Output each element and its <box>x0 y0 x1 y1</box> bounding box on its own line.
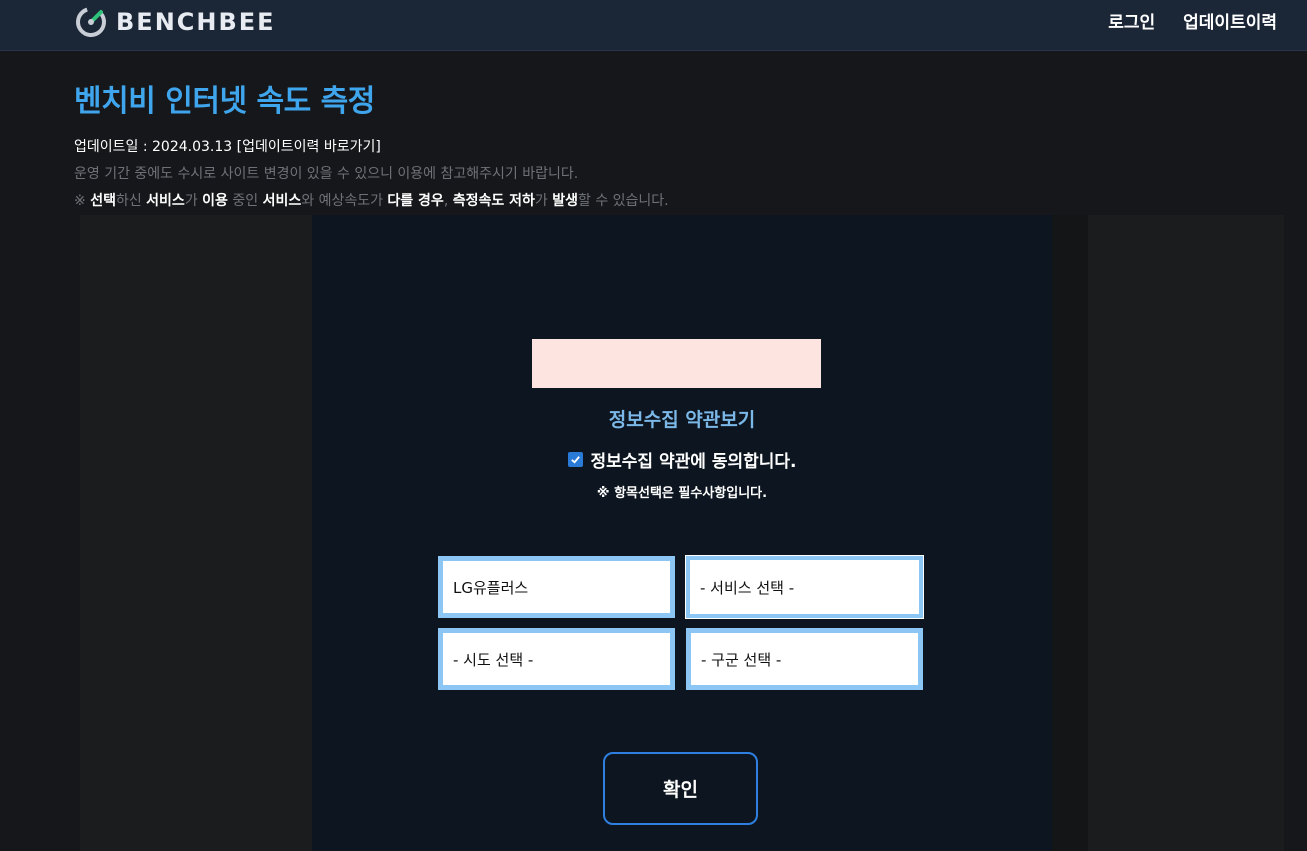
warning-text: 측정속도 저하 <box>452 193 535 209</box>
speedometer-logo-icon <box>76 7 106 37</box>
measurement-form-panel: 정보수집 약관보기 정보수집 약관에 동의합니다. ※ 항목선택은 필수사항입니… <box>312 215 1052 851</box>
top-nav: 로그인 업데이트이력 <box>1108 0 1277 40</box>
update-date-line: 업데이트일 : 2024.03.13 [업데이트이력 바로가기] <box>74 134 1174 161</box>
warning-text: 중인 <box>227 193 263 209</box>
warning-text: 하신 <box>115 193 147 209</box>
service-select[interactable]: - 서비스 선택 - <box>685 555 924 619</box>
page-title: 벤치비 인터넷 속도 측정 <box>74 84 375 119</box>
warning-text: 다를 경우 <box>387 193 444 209</box>
checkmark-icon <box>570 456 580 464</box>
login-link[interactable]: 로그인 <box>1108 8 1155 33</box>
warning-text: 와 예상속도가 <box>301 193 388 209</box>
update-date: 업데이트일 : 2024.03.13 <box>74 139 237 155</box>
logo-text: BENCHBEE <box>116 8 276 36</box>
sido-select[interactable]: - 시도 선택 - <box>438 628 675 690</box>
warning-text: 이용 <box>202 193 228 209</box>
top-bar: BENCHBEE 로그인 업데이트이력 <box>0 0 1307 51</box>
isp-select[interactable]: LG유플러스 <box>438 556 675 618</box>
agree-checkbox[interactable] <box>567 452 583 467</box>
warning-text: 서비스 <box>146 193 185 209</box>
update-history-link[interactable]: 업데이트이력 <box>1183 8 1277 33</box>
info-block: 업데이트일 : 2024.03.13 [업데이트이력 바로가기] 운영 기간 중… <box>74 134 1174 215</box>
warning-text: ※ <box>74 193 91 209</box>
required-note: ※ 항목선택은 필수사항입니다. <box>596 486 768 501</box>
background-panel-right <box>1088 215 1284 851</box>
view-terms-link[interactable]: 정보수집 약관보기 <box>312 405 1052 432</box>
gugun-select[interactable]: - 구군 선택 - <box>686 628 923 690</box>
warning-text: 할 수 있습니다. <box>578 193 669 209</box>
warning-text: 발생 <box>552 193 578 209</box>
warning-text: 가 <box>184 193 203 209</box>
warning-text: 가 <box>534 193 553 209</box>
speed-warning: ※ 선택하신 서비스가 이용 중인 서비스와 예상속도가 다를 경우, 측정속도… <box>74 188 1174 215</box>
agree-row: 정보수집 약관에 동의합니다. <box>312 447 1052 472</box>
benchbee-logo[interactable]: BENCHBEE <box>74 5 276 39</box>
confirm-button[interactable]: 확인 <box>603 752 758 825</box>
background-panel-gap <box>1052 215 1088 851</box>
site-change-notice: 운영 기간 중에도 수시로 사이트 변경이 있을 수 있으니 이용에 참고해주시… <box>74 166 579 182</box>
warning-text: 서비스 <box>262 193 302 209</box>
banner-placeholder <box>532 339 821 388</box>
agree-label[interactable]: 정보수집 약관에 동의합니다. <box>591 447 797 472</box>
warning-text: , <box>443 193 453 209</box>
warning-text: 선택 <box>90 193 116 209</box>
background-panel-left <box>80 215 312 851</box>
update-history-shortcut-link[interactable]: [업데이트이력 바로가기] <box>237 139 381 155</box>
